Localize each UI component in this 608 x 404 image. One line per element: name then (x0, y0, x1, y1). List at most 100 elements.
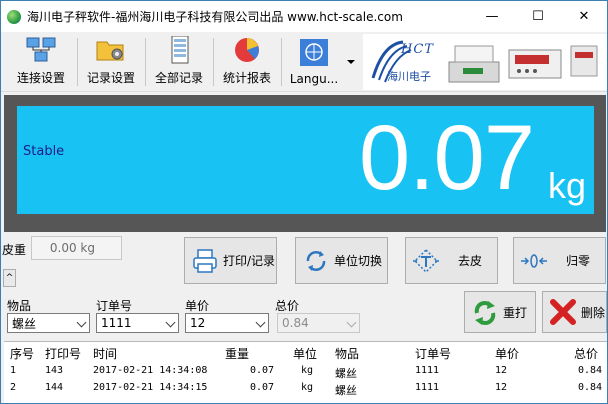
print-record-label: 打印/记录 (223, 254, 276, 268)
window-controls: — ☐ ✕ (469, 1, 607, 32)
column-header-unit[interactable]: 单位 (293, 345, 317, 362)
reprint-button[interactable]: 重打 (464, 291, 536, 333)
chevron-down-icon (255, 317, 266, 328)
product-select[interactable]: 螺丝 (7, 313, 90, 333)
stability-status: Stable (23, 144, 65, 159)
cell-index: 2 (10, 382, 17, 393)
weight-display: Stable 0.07 kg (17, 106, 594, 214)
toolbar-statistics-report[interactable]: 统计报表 (217, 35, 277, 89)
tare-diamond-icon (413, 248, 439, 273)
maximize-button[interactable]: ☐ (515, 1, 561, 32)
product-select-value: 螺丝 (12, 316, 37, 331)
cell-total: 0.84 (578, 365, 603, 376)
cell-weight: 0.07 (250, 365, 275, 376)
folder-gear-icon (96, 41, 124, 61)
refresh-cycle-icon (306, 250, 326, 271)
cell-price: 12 (495, 365, 508, 376)
toolbar-connect-settings-label: 连接设置 (16, 71, 65, 85)
document-list-icon (171, 36, 189, 64)
cell-order-no: 1111 (415, 382, 440, 393)
close-button[interactable]: ✕ (561, 1, 607, 32)
delete-label: 删除 (581, 305, 606, 320)
column-header-print-no[interactable]: 打印号 (45, 345, 81, 362)
order-label: 订单号 (96, 299, 133, 313)
language-dropdown-arrow-icon[interactable] (347, 60, 355, 64)
window-title: 海川电子秤软件-福州海川电子科技有限公司出品 www.hct-scale.com (27, 10, 403, 24)
order-select-value: 1111 (101, 316, 132, 330)
column-header-order-no[interactable]: 订单号 (415, 345, 451, 362)
weight-value: 0.07 (358, 107, 535, 209)
table-row[interactable]: 1 143 2017-02-21 14:34:08 0.07 kg 螺丝 111… (4, 365, 607, 381)
weight-display-frame: Stable 0.07 kg (4, 95, 606, 232)
brand-logo-text: HCT (401, 42, 434, 57)
cell-unit: kg (301, 382, 314, 393)
column-header-time[interactable]: 时间 (93, 345, 117, 362)
toolbar: 连接设置 记录设置 全部记录 统计报表 Langu... HCT 海川电子 (1, 32, 607, 92)
toolbar-separator (145, 38, 146, 86)
cell-price: 12 (495, 382, 508, 393)
cell-unit: kg (301, 365, 314, 376)
price-select[interactable]: 12 (185, 313, 269, 333)
balance-scale-image (448, 45, 500, 83)
delete-x-icon (550, 299, 576, 325)
network-icon (26, 37, 56, 62)
records-table: 序号 打印号 时间 重量 单位 物品 订单号 单价 总价 1 143 2017-… (4, 341, 607, 403)
globe-icon (300, 39, 328, 66)
toolbar-record-settings-label: 记录设置 (86, 71, 135, 85)
column-header-total[interactable]: 总价 (574, 345, 598, 362)
total-label: 总价 (275, 299, 300, 313)
minimize-button[interactable]: — (469, 1, 515, 32)
title-bar: 海川电子秤软件-福州海川电子科技有限公司出品 www.hct-scale.com… (1, 1, 607, 32)
cell-product: 螺丝 (335, 384, 357, 397)
weight-unit: kg (547, 165, 586, 206)
switch-unit-button[interactable]: 单位切换 (295, 237, 388, 284)
delete-button[interactable]: 删除 (542, 291, 607, 333)
tare-value-field: 0.00 kg (31, 236, 122, 260)
cell-index: 1 (10, 365, 17, 376)
tare-button-label: 去皮 (458, 254, 483, 268)
toolbar-language-label: Langu... (289, 72, 339, 86)
app-icon (7, 9, 21, 24)
price-label: 单价 (185, 299, 210, 313)
table-row[interactable]: 2 144 2017-02-21 14:34:15 0.07 kg 螺丝 111… (4, 382, 607, 398)
column-header-index[interactable]: 序号 (10, 345, 34, 362)
collapse-button[interactable]: ^ (3, 269, 16, 287)
cell-time: 2017-02-21 14:34:15 (93, 382, 208, 393)
reprint-label: 重打 (503, 305, 528, 320)
column-header-price[interactable]: 单价 (495, 345, 519, 362)
column-header-product[interactable]: 物品 (335, 345, 359, 362)
toolbar-all-records-label: 全部记录 (154, 71, 203, 85)
toolbar-all-records[interactable]: 全部记录 (149, 35, 209, 89)
total-select: 0.84 (277, 313, 360, 333)
toolbar-separator (281, 38, 282, 86)
total-select-value: 0.84 (282, 316, 309, 330)
print-record-button[interactable]: 打印/记录 (184, 237, 277, 284)
order-select[interactable]: 1111 (96, 313, 179, 333)
cell-order-no: 1111 (415, 365, 440, 376)
tare-button[interactable]: 去皮 (405, 237, 498, 284)
cell-product: 螺丝 (335, 367, 357, 380)
cell-total: 0.84 (578, 382, 603, 393)
zero-button[interactable]: 归零 (513, 237, 606, 284)
toolbar-separator (213, 38, 214, 86)
cell-weight: 0.07 (250, 382, 275, 393)
toolbar-separator (77, 38, 78, 86)
zero-icon (521, 253, 547, 268)
brand-cn-text: 海川电子 (387, 70, 431, 83)
cell-time: 2017-02-21 14:34:08 (93, 365, 208, 376)
zero-button-label: 归零 (566, 254, 591, 268)
toolbar-connect-settings[interactable]: 连接设置 (11, 35, 71, 89)
switch-unit-label: 单位切换 (334, 254, 383, 268)
column-header-weight[interactable]: 重量 (225, 345, 249, 362)
tare-label: 皮重 (2, 243, 27, 257)
price-select-value: 12 (190, 316, 206, 330)
toolbar-language[interactable]: Langu... (285, 35, 343, 89)
brand-banner: HCT 海川电子 (363, 34, 607, 90)
chevron-down-icon (76, 317, 87, 328)
toolbar-record-settings[interactable]: 记录设置 (81, 35, 141, 89)
platform-scale-image (570, 45, 598, 77)
printer-icon (193, 248, 217, 273)
chevron-down-icon (165, 317, 176, 328)
cell-print-no: 144 (45, 382, 64, 393)
indicator-scale-image (508, 49, 562, 79)
